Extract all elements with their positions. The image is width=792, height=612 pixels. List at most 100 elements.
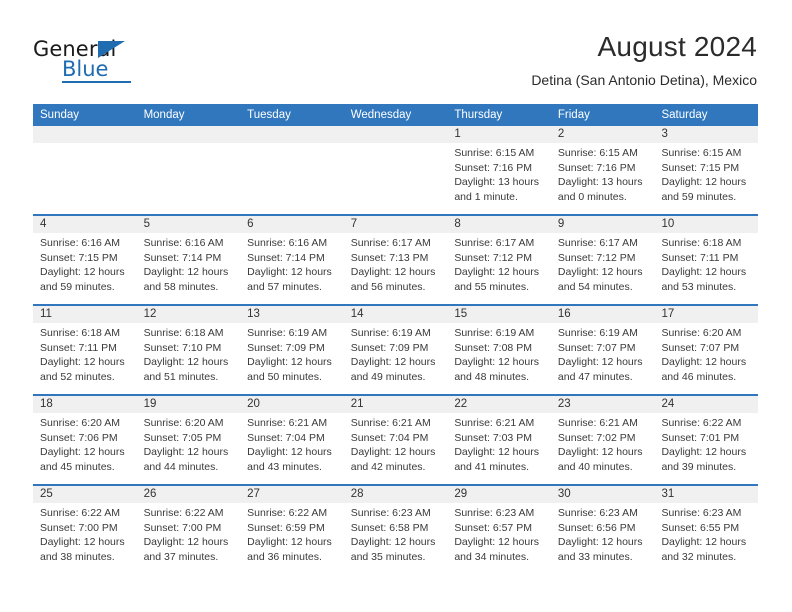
day-cell[interactable]: 20 Sunrise: 6:21 AM Sunset: 7:04 PM Dayligh… [240,396,344,484]
day-cell[interactable]: 25 Sunrise: 6:22 AM Sunset: 7:00 PM Dayligh… [33,486,137,574]
day-number: 31 [654,486,759,503]
day-cell[interactable]: 1 Sunrise: 6:15 AM Sunset: 7:16 PM Daylight… [447,126,551,214]
day-cell-empty [136,126,241,214]
calendar-week-row: 1 Sunrise: 6:15 AM Sunset: 7:16 PM Daylight… [33,126,759,214]
sunrise-text: Sunrise: 6:15 AM [454,147,535,159]
sunset-text: Sunset: 7:02 PM [557,431,636,444]
day-number: 12 [136,306,241,323]
weekday-header-friday: Friday [557,109,590,121]
daylight-text: Daylight: 12 hours and 55 minutes. [454,266,539,293]
day-cell[interactable]: 15 Sunrise: 6:19 AM Sunset: 7:08 PM Dayligh… [447,306,551,394]
daylight-text: Daylight: 12 hours and 36 minutes. [247,536,332,563]
day-number: 28 [343,486,448,503]
day-cell[interactable]: 13 Sunrise: 6:19 AM Sunset: 7:09 PM Dayligh… [240,306,344,394]
sunset-text: Sunset: 7:05 PM [143,431,222,444]
day-cell[interactable]: 28 Sunrise: 6:23 AM Sunset: 6:58 PM Dayligh… [343,486,448,574]
day-cell[interactable]: 27 Sunrise: 6:22 AM Sunset: 6:59 PM Dayligh… [240,486,344,574]
day-cell[interactable]: 5 Sunrise: 6:16 AM Sunset: 7:14 PM Daylight… [136,216,241,304]
sunrise-text: Sunrise: 6:19 AM [247,327,328,339]
day-sun-info: Sunrise: 6:15 AM Sunset: 7:16 PM Daylight:… [447,143,551,204]
day-cell-empty [33,126,137,214]
generalblue-logo[interactable]: General Blue [33,38,173,84]
day-number: 16 [550,306,655,323]
day-number: 27 [240,486,344,503]
day-number: 24 [654,396,759,413]
weekday-header-wednesday: Wednesday [350,109,412,121]
day-cell[interactable]: 7 Sunrise: 6:17 AM Sunset: 7:13 PM Daylight… [343,216,448,304]
daylight-text: Daylight: 12 hours and 56 minutes. [350,266,436,293]
daylight-text: Daylight: 12 hours and 46 minutes. [661,356,747,383]
day-cell[interactable]: 22 Sunrise: 6:21 AM Sunset: 7:03 PM Dayligh… [447,396,551,484]
logo-triangle-icon [98,41,125,58]
day-cell[interactable]: 9 Sunrise: 6:17 AM Sunset: 7:12 PM Daylight… [550,216,655,304]
day-cell[interactable]: 12 Sunrise: 6:18 AM Sunset: 7:10 PM Dayligh… [136,306,241,394]
sunset-text: Sunset: 7:11 PM [661,251,739,264]
day-number: 5 [136,216,241,233]
weekday-header-tuesday: Tuesday [247,109,291,121]
weekday-header-saturday: Saturday [661,109,708,121]
day-sun-info: Sunrise: 6:16 AM Sunset: 7:14 PM Daylight:… [240,233,344,294]
day-sun-info: Sunrise: 6:20 AM Sunset: 7:05 PM Daylight:… [137,413,241,474]
day-number: 19 [136,396,241,413]
daylight-text: Daylight: 12 hours and 57 minutes. [247,266,332,293]
daylight-text: Daylight: 12 hours and 54 minutes. [557,266,643,293]
day-number: 7 [343,216,448,233]
day-cell[interactable]: 2 Sunrise: 6:15 AM Sunset: 7:16 PM Daylight… [550,126,655,214]
day-cell[interactable]: 29 Sunrise: 6:23 AM Sunset: 6:57 PM Dayligh… [447,486,551,574]
daylight-text: Daylight: 12 hours and 41 minutes. [454,446,539,473]
daylight-text: Daylight: 12 hours and 51 minutes. [143,356,229,383]
day-number [343,126,448,143]
sunset-text: Sunset: 7:04 PM [247,431,325,444]
sunset-text: Sunset: 7:13 PM [350,251,429,264]
day-cell[interactable]: 16 Sunrise: 6:19 AM Sunset: 7:07 PM Dayligh… [550,306,655,394]
day-cell[interactable]: 23 Sunrise: 6:21 AM Sunset: 7:02 PM Dayligh… [550,396,655,484]
day-cell[interactable]: 26 Sunrise: 6:22 AM Sunset: 7:00 PM Dayligh… [136,486,241,574]
sunset-text: Sunset: 6:57 PM [454,521,532,534]
day-cell[interactable]: 24 Sunrise: 6:22 AM Sunset: 7:01 PM Dayligh… [654,396,759,484]
day-cell[interactable]: 19 Sunrise: 6:20 AM Sunset: 7:05 PM Dayligh… [136,396,241,484]
day-cell[interactable]: 30 Sunrise: 6:23 AM Sunset: 6:56 PM Dayligh… [550,486,655,574]
sunset-text: Sunset: 7:07 PM [661,341,740,354]
weekday-header-monday: Monday [143,109,185,121]
day-cell-empty [343,126,448,214]
day-sun-info: Sunrise: 6:17 AM Sunset: 7:12 PM Daylight:… [447,233,551,294]
day-cell[interactable]: 4 Sunrise: 6:16 AM Sunset: 7:15 PM Daylight… [33,216,137,304]
day-number: 13 [240,306,344,323]
calendar-week-row: 25 Sunrise: 6:22 AM Sunset: 7:00 PM Dayligh… [33,484,759,574]
calendar-week-cells: 18 Sunrise: 6:20 AM Sunset: 7:06 PM Dayligh… [33,396,759,484]
day-cell[interactable]: 21 Sunrise: 6:21 AM Sunset: 7:04 PM Dayligh… [343,396,448,484]
sunset-text: Sunset: 6:59 PM [247,521,325,534]
day-cell[interactable]: 6 Sunrise: 6:16 AM Sunset: 7:14 PM Daylight… [240,216,344,304]
logo-text-blue: Blue [62,57,109,81]
day-cell[interactable]: 10 Sunrise: 6:18 AM Sunset: 7:11 PM Dayligh… [654,216,759,304]
day-sun-info: Sunrise: 6:20 AM Sunset: 7:06 PM Daylight:… [33,413,137,474]
daylight-text: Daylight: 12 hours and 39 minutes. [661,446,747,473]
sunrise-text: Sunrise: 6:18 AM [40,327,120,339]
daylight-text: Daylight: 12 hours and 53 minutes. [661,266,747,293]
day-number: 20 [240,396,344,413]
daylight-text: Daylight: 12 hours and 32 minutes. [661,536,747,563]
day-sun-info: Sunrise: 6:19 AM Sunset: 7:07 PM Daylight:… [551,323,655,384]
day-sun-info: Sunrise: 6:17 AM Sunset: 7:13 PM Daylight:… [344,233,448,294]
day-sun-info: Sunrise: 6:15 AM Sunset: 7:16 PM Daylight:… [551,143,655,204]
page-header: General Blue August 2024 Detina (San Ant… [0,0,792,104]
day-cell[interactable]: 18 Sunrise: 6:20 AM Sunset: 7:06 PM Dayligh… [33,396,137,484]
weekday-header-sunday: Sunday [40,109,80,121]
daylight-text: Daylight: 12 hours and 45 minutes. [40,446,125,473]
daylight-text: Daylight: 12 hours and 58 minutes. [143,266,229,293]
day-cell[interactable]: 11 Sunrise: 6:18 AM Sunset: 7:11 PM Dayligh… [33,306,137,394]
day-number: 1 [447,126,551,143]
sunset-text: Sunset: 7:12 PM [454,251,532,264]
sunset-text: Sunset: 7:08 PM [454,341,532,354]
day-cell[interactable]: 8 Sunrise: 6:17 AM Sunset: 7:12 PM Daylight… [447,216,551,304]
sunrise-text: Sunrise: 6:20 AM [40,417,120,429]
day-cell[interactable]: 17 Sunrise: 6:20 AM Sunset: 7:07 PM Dayligh… [654,306,759,394]
sunrise-text: Sunrise: 6:23 AM [557,507,638,519]
day-cell[interactable]: 14 Sunrise: 6:19 AM Sunset: 7:09 PM Dayligh… [343,306,448,394]
day-cell[interactable]: 3 Sunrise: 6:15 AM Sunset: 7:15 PM Daylight… [654,126,759,214]
daylight-text: Daylight: 12 hours and 52 minutes. [40,356,125,383]
calendar-week-cells: 11 Sunrise: 6:18 AM Sunset: 7:11 PM Dayligh… [33,306,759,394]
day-number: 4 [33,216,137,233]
day-cell[interactable]: 31 Sunrise: 6:23 AM Sunset: 6:55 PM Dayligh… [654,486,759,574]
day-sun-info: Sunrise: 6:19 AM Sunset: 7:09 PM Daylight:… [240,323,344,384]
